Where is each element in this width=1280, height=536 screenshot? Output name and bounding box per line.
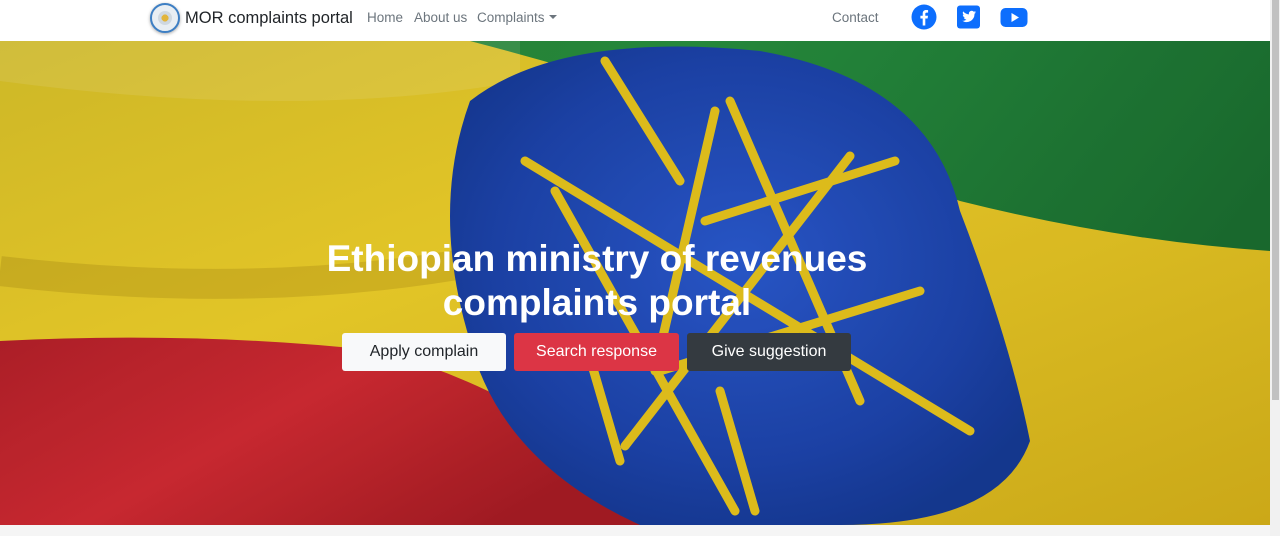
facebook-icon[interactable] [911, 4, 937, 30]
twitter-icon[interactable] [956, 4, 982, 30]
page-bottom-strip [0, 525, 1270, 536]
nav-about[interactable]: About us [414, 10, 467, 25]
brand-title: MOR complaints portal [185, 8, 353, 27]
nav-complaints-dropdown[interactable]: Complaints [477, 10, 557, 25]
nav-home[interactable]: Home [367, 10, 403, 25]
ministry-logo [150, 3, 180, 33]
caret-down-icon [548, 15, 557, 20]
scrollbar-thumb[interactable] [1272, 0, 1279, 400]
navbar: MOR complaints portal Home About us Comp… [0, 0, 1270, 40]
hero-banner: Ethiopian ministry of revenues complaint… [0, 41, 1270, 525]
vertical-scrollbar[interactable] [1270, 0, 1280, 536]
apply-complain-button[interactable]: Apply complain [342, 333, 506, 371]
hero-title-line1: Ethiopian ministry of revenues [326, 238, 868, 279]
search-response-button[interactable]: Search response [514, 333, 679, 371]
hero-title-line2: complaints portal [442, 282, 752, 323]
give-suggestion-button[interactable]: Give suggestion [687, 333, 851, 371]
nav-complaints-label: Complaints [477, 10, 545, 25]
hero-title: Ethiopian ministry of revenues complaint… [0, 237, 1194, 325]
youtube-icon[interactable] [1000, 4, 1028, 30]
brand-link[interactable]: MOR complaints portal [150, 3, 353, 33]
nav-contact[interactable]: Contact [832, 10, 879, 25]
